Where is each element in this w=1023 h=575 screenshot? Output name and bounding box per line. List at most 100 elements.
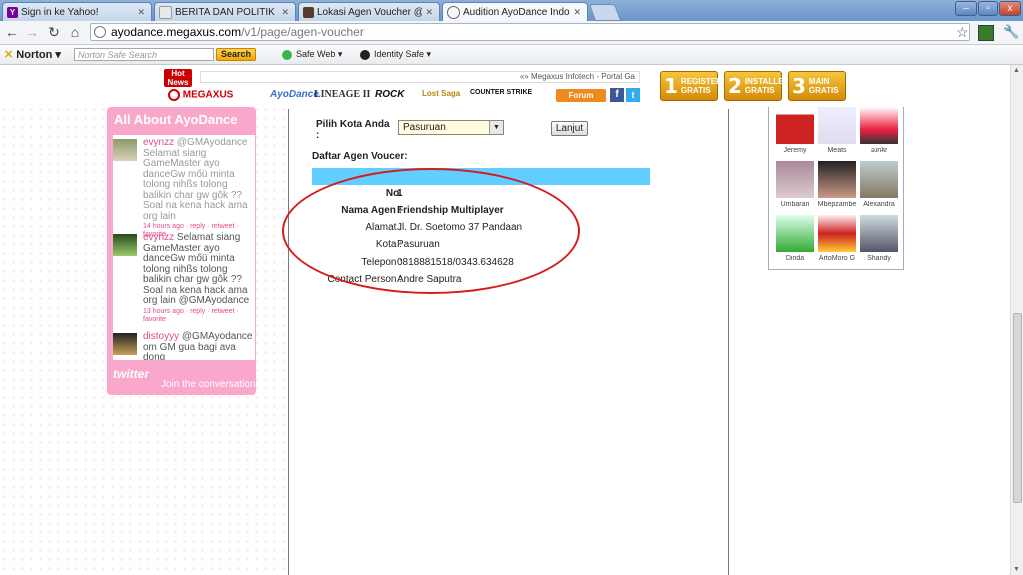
tweet-user[interactable]: distoyyy [143, 331, 179, 342]
close-tab-icon[interactable]: ✕ [137, 7, 145, 18]
globe-icon [94, 26, 106, 38]
main-gratis-button[interactable]: 3 MAIN GRATIS [788, 71, 846, 101]
hot-news-badge: Hot News [164, 69, 192, 87]
widget-title: All About AyoDance [114, 112, 238, 127]
norton-logo[interactable]: ✕ Norton ▾ [4, 48, 61, 61]
tab-photobucket[interactable]: Lokasi Agen Voucher @CAS ✕ [298, 2, 440, 21]
rock-logo[interactable]: ROCK [375, 89, 404, 100]
member-item[interactable]: Jeremy [775, 107, 815, 159]
kaskus-icon [159, 5, 172, 19]
norton-x-icon: ✕ [4, 49, 14, 61]
twitter-icon[interactable]: t [626, 88, 640, 102]
photobucket-icon [303, 6, 314, 18]
member-photo [860, 215, 898, 252]
new-tab-button[interactable] [588, 4, 622, 21]
member-photo [776, 161, 814, 198]
tab-yahoo[interactable]: Y Sign in ke Yahoo! ✕ [2, 2, 152, 21]
wrench-icon[interactable]: 🔧 [1003, 24, 1019, 40]
yahoo-icon: Y [7, 6, 18, 18]
minimize-button[interactable]: – [955, 1, 977, 16]
back-arrow-icon[interactable]: ← [4, 24, 20, 40]
installer-gratis-button[interactable]: 2 INSTALLER GRATIS [724, 71, 789, 101]
url-text: ayodance.megaxus.com/v1/page/agen-vouche… [111, 25, 364, 39]
scroll-down-icon[interactable]: ▼ [1013, 566, 1020, 573]
facebook-icon[interactable]: f [610, 88, 624, 102]
ayodance-logo[interactable]: AyoDance [270, 89, 319, 100]
twitter-logo[interactable]: twitter [113, 367, 149, 381]
twitter-widget: All About AyoDance evynzz @GMAyodance Se… [107, 107, 256, 395]
safe-web-menu[interactable]: Safe Web ▾ [282, 49, 342, 60]
tweet-list[interactable]: evynzz @GMAyodance Selamat siang GameMas… [113, 135, 255, 360]
home-icon[interactable]: ⌂ [67, 24, 83, 40]
column-divider [728, 109, 729, 575]
join-conversation-link[interactable]: Join the conversation [161, 379, 256, 390]
identity-safe-icon [360, 49, 370, 60]
maximize-button[interactable]: ▫ [978, 1, 998, 16]
scroll-up-icon[interactable]: ▲ [1013, 67, 1020, 74]
member-gallery: Jeremy Meats ǝɹnʇɐ Umbaran Mbepzambe Ale… [768, 107, 904, 270]
tweet-user[interactable]: evynzz [143, 137, 174, 148]
identity-safe-menu[interactable]: Identity Safe ▾ [360, 49, 431, 60]
member-item[interactable]: Dinda [775, 215, 815, 267]
lostsaga-logo[interactable]: Lost Saga [422, 89, 460, 98]
member-item[interactable]: Umbaran [775, 161, 815, 213]
tab-kaskus[interactable]: BERITA DAN POLITIK - Kask ✕ [154, 2, 296, 21]
close-tab-icon[interactable]: ✕ [425, 7, 433, 18]
avatar[interactable] [113, 139, 137, 161]
close-window-button[interactable]: x [999, 1, 1021, 16]
member-photo [818, 161, 856, 198]
forum-button[interactable]: Forum [556, 89, 606, 102]
forward-arrow-icon[interactable]: → [24, 24, 40, 40]
member-photo [776, 215, 814, 252]
avatar[interactable] [113, 333, 137, 355]
member-item[interactable]: Alexandra [859, 161, 899, 213]
tab-audition-active[interactable]: Audition AyoDance Indone ✕ [442, 2, 588, 21]
register-gratis-button[interactable]: 1 REGISTER GRATIS [660, 71, 722, 101]
tab-label: Sign in ke Yahoo! [21, 6, 99, 18]
member-item[interactable]: ArtoMoro G [817, 215, 857, 267]
norton-search-button[interactable]: Search [216, 48, 256, 61]
tab-label: Audition AyoDance Indone [463, 6, 571, 18]
tweet-meta[interactable]: 13 hours ago · reply · retweet · favorit… [143, 308, 253, 324]
member-item[interactable]: Meats [817, 107, 857, 159]
close-tab-icon[interactable]: ✕ [281, 7, 289, 18]
counter-strike-logo[interactable]: COUNTER STRIKE [470, 89, 532, 96]
browser-title-bar: Y Sign in ke Yahoo! ✕ BERITA DAN POLITIK… [0, 0, 1023, 21]
navigation-bar: ← → ↻ ⌂ ayodance.megaxus.com/v1/page/age… [0, 21, 1023, 45]
member-photo [818, 215, 856, 252]
close-tab-icon[interactable]: ✕ [573, 7, 581, 18]
city-label: Pilih Kota Anda : [316, 119, 390, 141]
agent-list-title: Daftar Agen Voucer: [312, 151, 408, 162]
megaxus-logo[interactable]: MEGAXUS [168, 89, 233, 101]
avatar[interactable] [113, 234, 137, 256]
member-photo [860, 107, 898, 144]
member-photo [776, 107, 814, 144]
page-scrollbar[interactable]: ▲ ▼ [1010, 65, 1023, 575]
reload-icon[interactable]: ↻ [46, 24, 62, 40]
member-item[interactable]: ǝɹnʇɐ [859, 107, 899, 159]
site-header: Hot News «» Megaxus Infotech - Portal Ga… [160, 65, 860, 109]
globe-icon [447, 5, 460, 19]
safe-web-icon [282, 49, 292, 60]
news-ticker[interactable]: «» Megaxus Infotech - Portal Ga [200, 71, 640, 83]
member-item[interactable]: Mbepzambe [817, 161, 857, 213]
scrollbar-thumb[interactable] [1013, 313, 1022, 503]
tab-label: Lokasi Agen Voucher @CAS [317, 6, 422, 18]
bookmark-star-icon[interactable]: ☆ [956, 24, 969, 41]
member-photo [818, 107, 856, 144]
web-page: Hot News «» Megaxus Infotech - Portal Ga… [0, 65, 1010, 575]
tweet-text: @GMAyodance Selamat siang GameMaster ayo… [143, 137, 248, 222]
tweet-user[interactable]: evynzz [143, 232, 174, 243]
red-circle-annotation [282, 168, 580, 294]
member-item[interactable]: Shandy [859, 215, 899, 267]
chevron-down-icon: ▼ [489, 121, 503, 134]
norton-search-input[interactable]: Norton Safe Search [74, 48, 214, 61]
extension-icon[interactable] [978, 25, 994, 41]
lanjut-button[interactable]: Lanjut [551, 121, 588, 136]
norton-toolbar: ✕ Norton ▾ Norton Safe Search Search Saf… [0, 45, 1023, 65]
address-bar[interactable]: ayodance.megaxus.com/v1/page/agen-vouche… [90, 23, 970, 41]
column-divider [288, 109, 289, 575]
tab-label: BERITA DAN POLITIK - Kask [175, 6, 278, 18]
lineage-logo[interactable]: LINEAGE II [314, 89, 370, 100]
city-select[interactable]: Pasuruan ▼ [398, 120, 504, 135]
